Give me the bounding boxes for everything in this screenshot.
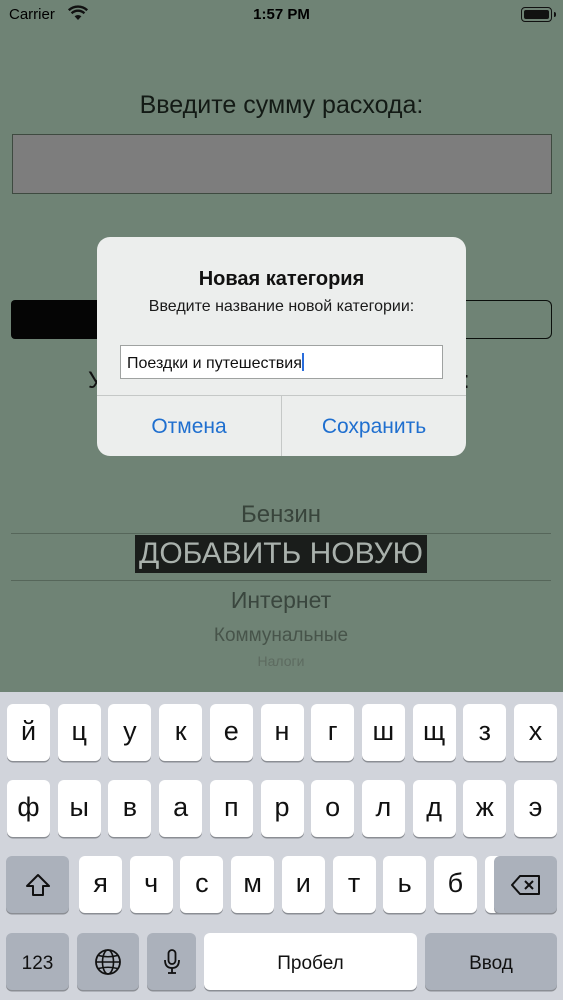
key-letter[interactable]: а — [159, 780, 203, 837]
key-letter[interactable]: л — [361, 780, 405, 837]
key-letter-label: ь — [397, 868, 412, 898]
numbers-key-label: 123 — [21, 953, 54, 974]
category-name-input[interactable]: Поездки и путешествия — [120, 345, 443, 379]
key-letter-label: о — [325, 792, 341, 822]
space-key[interactable]: Пробел — [204, 933, 417, 990]
key-letter[interactable]: щ — [412, 704, 456, 761]
key-letter-label: б — [447, 868, 464, 898]
key-letter[interactable]: п — [209, 780, 253, 837]
key-letter[interactable]: ч — [129, 856, 173, 913]
key-letter[interactable]: е — [209, 704, 253, 761]
key-letter-label: д — [426, 792, 442, 822]
key-letter-label: э — [528, 792, 543, 822]
key-letter[interactable]: ы — [57, 780, 101, 837]
key-letter[interactable]: х — [514, 704, 557, 761]
key-letter-label: г — [327, 716, 338, 746]
numbers-key[interactable]: 123 — [6, 933, 69, 990]
key-letter[interactable]: ш — [361, 704, 405, 761]
key-letter-label: т — [347, 868, 361, 898]
key-letter-label: в — [122, 792, 138, 822]
key-letter-label: м — [243, 868, 262, 898]
key-letter-label: ф — [17, 792, 40, 822]
key-letter[interactable]: д — [412, 780, 456, 837]
key-letter[interactable]: ф — [7, 780, 50, 837]
microphone-key[interactable] — [147, 933, 196, 990]
amount-label: Введите сумму расхода: — [139, 91, 424, 119]
picker-item[interactable]: Бензин — [11, 501, 551, 529]
key-letter[interactable]: у — [108, 704, 152, 761]
key-letter-label: х — [528, 716, 543, 746]
category-picker[interactable]: Бензин ДОБАВИТЬ НОВУЮ Интернет Коммуналь… — [11, 495, 551, 695]
key-letter[interactable]: м — [231, 856, 275, 913]
key-letter[interactable]: б — [433, 856, 477, 913]
key-letter[interactable]: н — [260, 704, 304, 761]
key-letter-label: с — [195, 868, 209, 898]
delete-key[interactable] — [494, 856, 557, 913]
key-letter-label: ч — [144, 868, 159, 898]
key-letter-label: ц — [71, 716, 87, 746]
key-letter-label: р — [274, 792, 290, 822]
key-letter-label: й — [20, 716, 37, 746]
clock: 1:57 PM — [253, 6, 310, 23]
globe-key[interactable] — [77, 933, 139, 990]
key-letter[interactable]: р — [260, 780, 304, 837]
alert-title: Новая категория — [198, 268, 365, 290]
picker-selection-bottom-line — [11, 580, 551, 581]
key-letter[interactable]: й — [7, 704, 50, 761]
key-letter-label: е — [223, 716, 239, 746]
key-letter[interactable]: в — [108, 780, 152, 837]
key-letter[interactable]: и — [281, 856, 325, 913]
key-letter-label: щ — [422, 716, 446, 746]
key-letter[interactable]: ц — [57, 704, 101, 761]
background-button-outline[interactable] — [460, 300, 552, 339]
key-letter-label: н — [274, 716, 290, 746]
key-letter-label: з — [478, 716, 491, 746]
key-letter[interactable]: э — [514, 780, 557, 837]
category-name-value: Поездки и путешествия — [127, 355, 302, 372]
key-letter[interactable]: с — [180, 856, 224, 913]
alert-message: Введите название новой категории: — [148, 298, 415, 315]
key-letter-label: ш — [372, 716, 395, 746]
picker-item-selected[interactable]: ДОБАВИТЬ НОВУЮ — [135, 535, 427, 573]
key-letter[interactable]: к — [159, 704, 203, 761]
key-letter-label: ы — [69, 792, 89, 822]
cancel-button[interactable]: Отмена — [97, 396, 281, 456]
picker-item[interactable]: Коммунальные — [11, 625, 551, 647]
key-letter[interactable]: о — [311, 780, 355, 837]
picker-selection-top-line — [11, 533, 551, 534]
picker-selected-row[interactable]: ДОБАВИТЬ НОВУЮ — [11, 535, 551, 573]
background-button[interactable] — [11, 300, 111, 339]
return-key[interactable]: Ввод — [425, 933, 557, 990]
return-key-label: Ввод — [469, 953, 513, 974]
save-button[interactable]: Сохранить — [282, 396, 466, 456]
key-letter-label: у — [123, 716, 137, 746]
key-letter[interactable]: г — [311, 704, 355, 761]
key-letter-label: к — [174, 716, 187, 746]
key-letter[interactable]: з — [463, 704, 507, 761]
picker-item[interactable]: Налоги — [11, 653, 551, 669]
keyboard: йцукенгшщзх фывапролджэ ячсмитьбю 123 Пр… — [0, 692, 563, 1000]
key-letter[interactable]: ж — [463, 780, 507, 837]
space-key-label: Пробел — [277, 953, 344, 974]
key-letter[interactable]: т — [332, 856, 376, 913]
key-letter-label: ж — [475, 792, 494, 822]
battery-icon — [521, 7, 556, 22]
picker-item[interactable]: Интернет — [11, 587, 551, 614]
screen: Carrier 1:57 PM Введите сумму расхода: У… — [0, 0, 563, 1000]
text-caret — [301, 353, 304, 371]
amount-input[interactable] — [12, 134, 552, 194]
key-letter-label: я — [93, 868, 108, 898]
key-letter[interactable]: ь — [383, 856, 427, 913]
status-bar: Carrier 1:57 PM — [0, 0, 563, 30]
key-letter-label: п — [223, 792, 239, 822]
key-letter[interactable]: я — [79, 856, 122, 913]
key-letter-label: л — [375, 792, 392, 822]
shift-key[interactable] — [6, 856, 69, 913]
new-category-alert: Новая категория Введите название новой к… — [97, 237, 466, 456]
key-letter-label: и — [295, 868, 311, 898]
key-letter-label: а — [173, 792, 189, 822]
